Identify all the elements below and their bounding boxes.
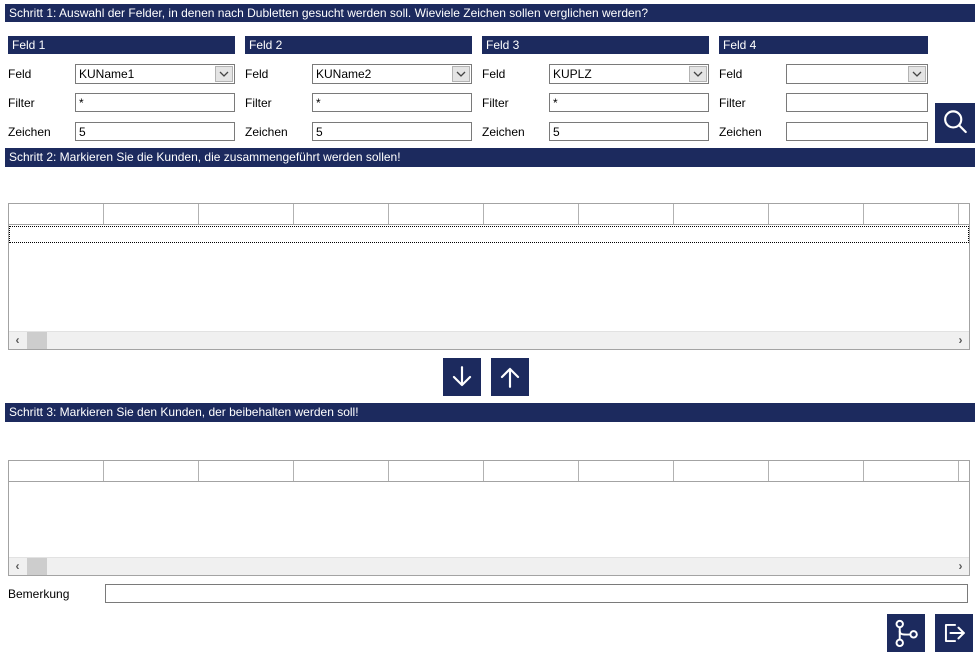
arrow-down-icon (445, 360, 479, 394)
bemerkung-label: Bemerkung (8, 587, 69, 601)
exit-icon (937, 616, 971, 650)
feld-combobox-3-value: KUPLZ (550, 67, 688, 81)
field-panel-4: Feld 4 Feld Filter Zeichen (719, 36, 928, 141)
zeichen-input-3[interactable] (549, 122, 709, 141)
scroll-right-button[interactable]: › (952, 558, 969, 575)
scrollbar-thumb[interactable] (27, 558, 47, 575)
filter-input-4[interactable] (786, 93, 928, 112)
filter-label: Filter (482, 96, 509, 110)
field-panel-4-title: Feld 4 (719, 36, 928, 54)
filter-input-1[interactable] (75, 93, 235, 112)
zeichen-input-4[interactable] (786, 122, 928, 141)
feld-label: Feld (8, 67, 31, 81)
field-panel-3: Feld 3 Feld KUPLZ Filter Zeichen (482, 36, 709, 141)
step2-header-bar: Schritt 2: Markieren Sie die Kunden, die… (5, 148, 975, 167)
search-icon (938, 106, 972, 140)
field-panel-1: Feld 1 Feld KUName1 Filter Zeichen (8, 36, 235, 141)
feld-combobox-4[interactable] (786, 64, 928, 84)
feld-combobox-2[interactable]: KUName2 (312, 64, 472, 84)
scrollbar-track[interactable] (26, 558, 952, 575)
zeichen-label: Zeichen (719, 125, 762, 139)
feld-label: Feld (482, 67, 505, 81)
bemerkung-input[interactable] (105, 584, 968, 603)
scroll-right-button[interactable]: › (952, 332, 969, 349)
filter-label: Filter (245, 96, 272, 110)
scrollbar-track[interactable] (26, 332, 952, 349)
keep-customer-grid-hscrollbar[interactable]: ‹ › (9, 557, 969, 575)
feld-label: Feld (245, 67, 268, 81)
field-panel-1-title: Feld 1 (8, 36, 235, 54)
arrow-up-icon (493, 360, 527, 394)
zeichen-input-2[interactable] (312, 122, 472, 141)
duplicates-grid-header-row (9, 204, 969, 225)
feld-label: Feld (719, 67, 742, 81)
step3-header-bar: Schritt 3: Markieren Sie den Kunden, der… (5, 403, 975, 422)
zeichen-label: Zeichen (245, 125, 288, 139)
feld-combobox-3[interactable]: KUPLZ (549, 64, 709, 84)
chevron-down-icon[interactable] (215, 66, 233, 82)
filter-input-2[interactable] (312, 93, 472, 112)
chevron-down-icon[interactable] (689, 66, 707, 82)
keep-customer-grid[interactable]: ‹ › (8, 460, 970, 576)
chevron-down-icon[interactable] (908, 66, 926, 82)
field-panel-3-title: Feld 3 (482, 36, 709, 54)
search-button[interactable] (935, 103, 975, 143)
scroll-left-button[interactable]: ‹ (9, 332, 26, 349)
duplicates-grid-body[interactable] (9, 225, 969, 332)
keep-customer-grid-body[interactable] (9, 482, 969, 558)
keep-customer-grid-header-row (9, 461, 969, 482)
merge-button[interactable] (887, 614, 925, 652)
filter-input-3[interactable] (549, 93, 709, 112)
chevron-down-icon[interactable] (452, 66, 470, 82)
filter-label: Filter (719, 96, 746, 110)
duplicates-grid[interactable]: ‹ › (8, 203, 970, 350)
exit-button[interactable] (935, 614, 973, 652)
field-panel-2-title: Feld 2 (245, 36, 472, 54)
feld-combobox-1-value: KUName1 (76, 67, 214, 81)
filter-label: Filter (8, 96, 35, 110)
feld-combobox-1[interactable]: KUName1 (75, 64, 235, 84)
scrollbar-thumb[interactable] (27, 332, 47, 349)
step1-header-bar: Schritt 1: Auswahl der Felder, in denen … (5, 4, 975, 22)
zeichen-input-1[interactable] (75, 122, 235, 141)
zeichen-label: Zeichen (8, 125, 51, 139)
feld-combobox-2-value: KUName2 (313, 67, 451, 81)
move-down-button[interactable] (443, 358, 481, 396)
scroll-left-button[interactable]: ‹ (9, 558, 26, 575)
zeichen-label: Zeichen (482, 125, 525, 139)
duplicates-grid-hscrollbar[interactable]: ‹ › (9, 331, 969, 349)
branch-merge-icon (889, 616, 923, 650)
move-up-button[interactable] (491, 358, 529, 396)
field-panel-2: Feld 2 Feld KUName2 Filter Zeichen (245, 36, 472, 141)
